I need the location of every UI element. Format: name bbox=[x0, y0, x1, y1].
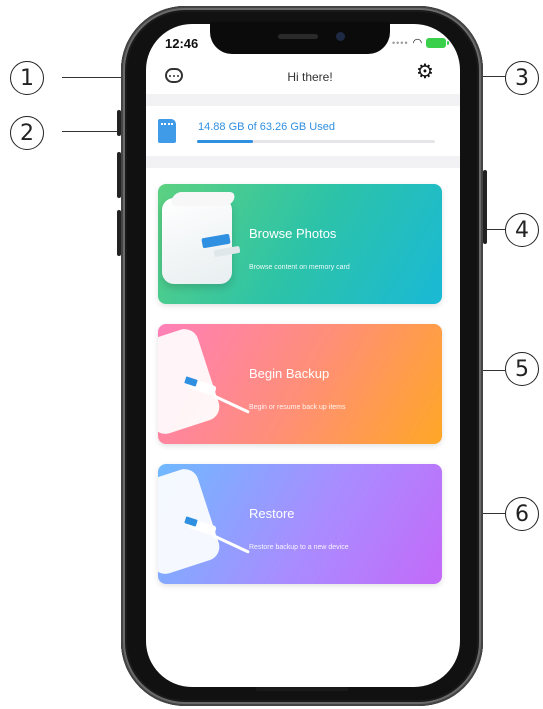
callout-6-label: 6 bbox=[515, 501, 529, 527]
restore-subtitle: Restore backup to a new device bbox=[249, 544, 349, 551]
callout-5-label: 5 bbox=[515, 356, 529, 382]
restore-card[interactable]: Restore Restore backup to a new device bbox=[158, 464, 442, 584]
callout-1-label: 1 bbox=[20, 65, 34, 91]
phone-notch bbox=[210, 22, 390, 54]
callout-6: 6 bbox=[505, 497, 539, 531]
browse-photos-title: Browse Photos bbox=[249, 226, 337, 241]
callout-2: 2 bbox=[10, 116, 44, 150]
restore-title: Restore bbox=[249, 506, 295, 521]
storage-progress-fill bbox=[197, 140, 253, 143]
storage-divider bbox=[146, 156, 460, 168]
begin-backup-card[interactable]: Begin Backup Begin or resume back up ite… bbox=[158, 324, 442, 444]
callout-2-label: 2 bbox=[20, 120, 34, 146]
chat-bubble-icon[interactable] bbox=[165, 68, 183, 83]
callout-3-label: 3 bbox=[515, 65, 529, 91]
signal-icon: •••• bbox=[392, 37, 409, 48]
callout-3: 3 bbox=[505, 61, 539, 95]
callout-5: 5 bbox=[505, 352, 539, 386]
front-camera bbox=[336, 32, 345, 41]
storage-progress-bar bbox=[197, 140, 435, 143]
phone-side-button-right bbox=[483, 170, 487, 244]
speaker-grille bbox=[278, 34, 318, 39]
callout-4: 4 bbox=[505, 213, 539, 247]
status-icons: •••• ◠ bbox=[392, 36, 450, 49]
page-title: Hi there! bbox=[287, 70, 333, 84]
browse-photos-card[interactable]: Browse Photos Browse content on memory c… bbox=[158, 184, 442, 304]
begin-backup-title: Begin Backup bbox=[249, 366, 330, 381]
storage-usage-text: 14.88 GB of 63.26 GB Used bbox=[198, 121, 335, 133]
card-reader-illustration bbox=[162, 198, 241, 284]
wifi-icon: ◠ bbox=[412, 37, 423, 49]
status-time: 12:46 bbox=[165, 36, 199, 51]
callout-4-label: 4 bbox=[515, 217, 529, 243]
header-divider bbox=[146, 94, 460, 106]
browse-photos-subtitle: Browse content on memory card bbox=[249, 264, 350, 271]
sd-card-icon bbox=[158, 119, 176, 143]
battery-icon bbox=[426, 37, 450, 48]
begin-backup-subtitle: Begin or resume back up items bbox=[249, 404, 346, 411]
home-indicator[interactable] bbox=[256, 687, 348, 691]
callout-1: 1 bbox=[10, 61, 44, 95]
gear-icon[interactable]: ⚙ bbox=[416, 62, 434, 82]
